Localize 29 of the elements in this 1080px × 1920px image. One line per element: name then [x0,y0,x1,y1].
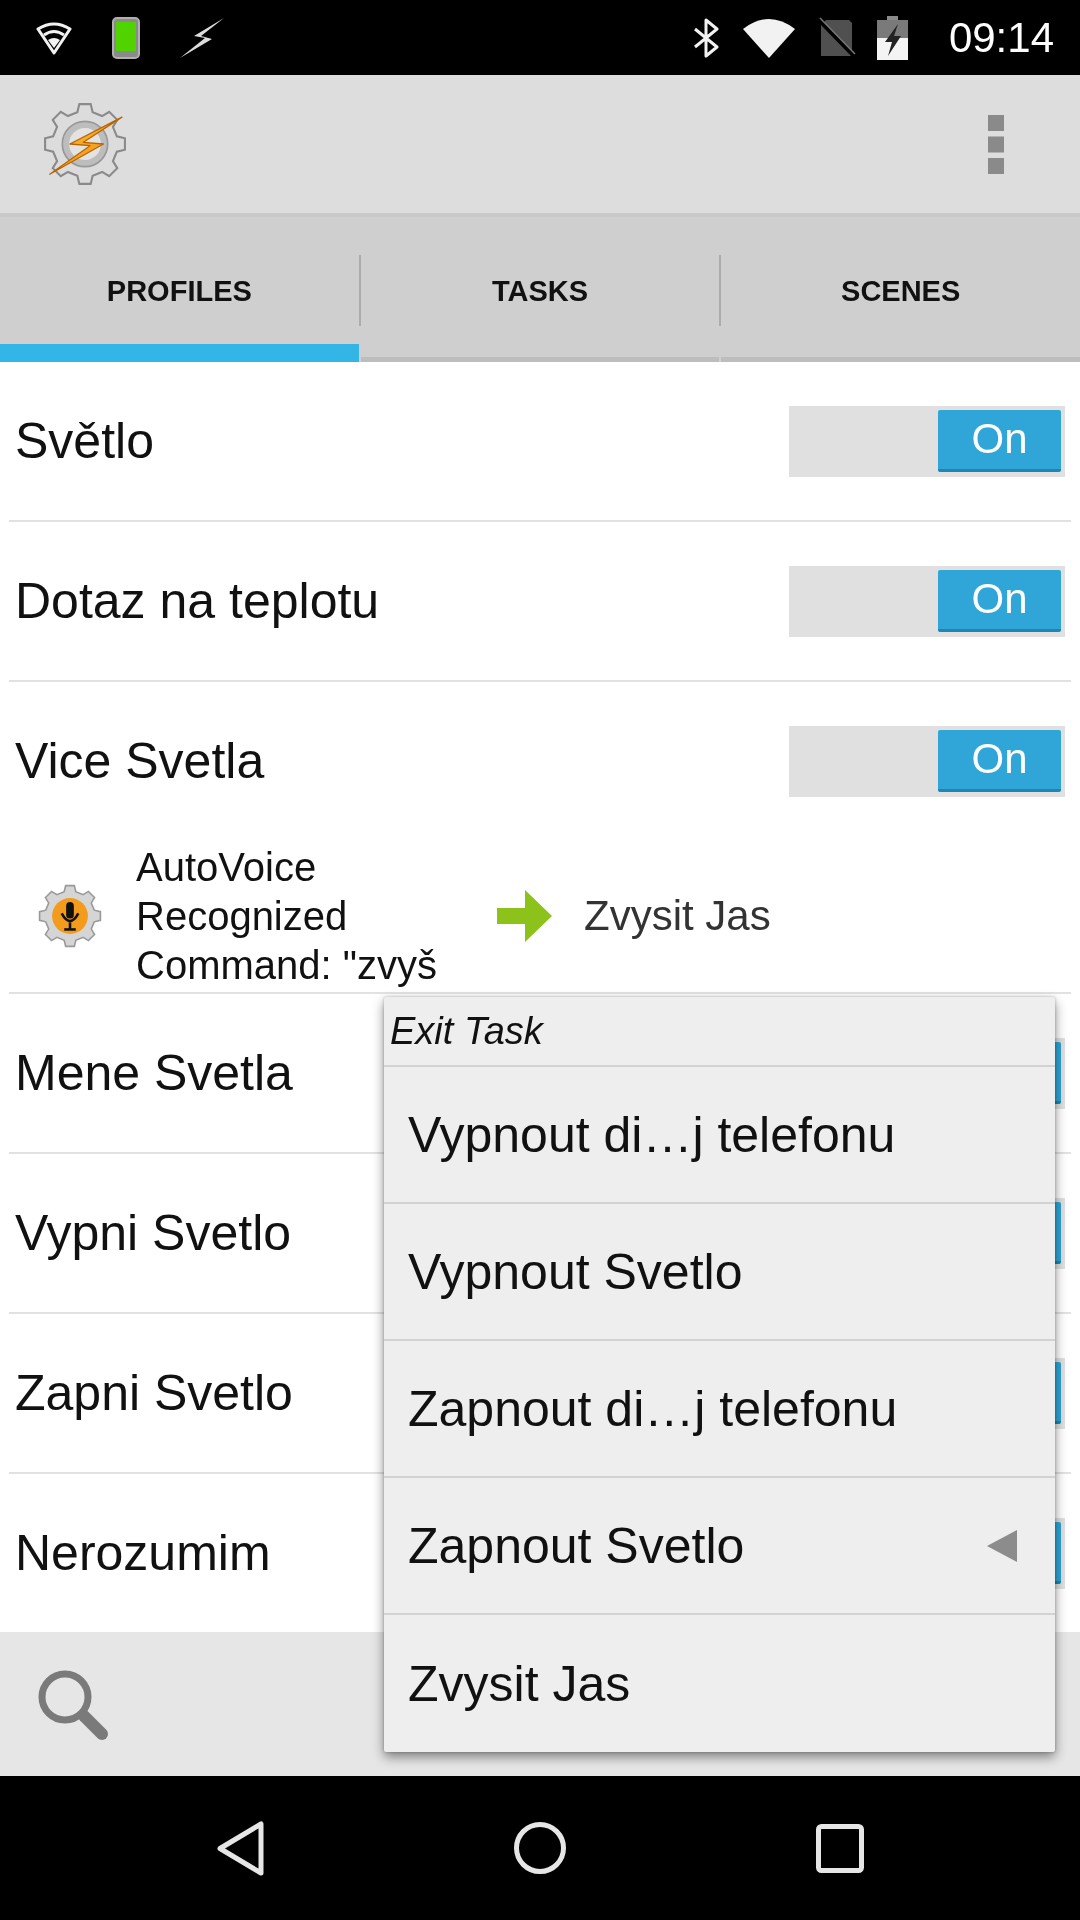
shield-wifi-icon [36,20,72,55]
menu-item[interactable]: Vypnout Svetlo [384,1204,1055,1341]
status-time: 09:14 [948,16,1054,59]
gear-lightning-icon[interactable] [43,102,127,186]
gear-microphone-icon [38,884,102,948]
task-name: Zvysit Jas [584,892,771,940]
profile-name: Vice Svetla [15,732,265,790]
popup-title: Exit Task [384,997,1055,1067]
menu-item[interactable]: Zapnout Svetlo [384,1478,1055,1615]
profile-name: Zapni Svetlo [15,1364,293,1422]
context-text: AutoVoice Recognized Command: "zvyš [136,843,438,989]
recents-icon[interactable] [816,1823,864,1873]
phone-icon [112,16,140,59]
arrow-right-icon [497,890,552,942]
menu-item[interactable]: Vypnout di…j telefonu [384,1067,1055,1204]
profile-name: Nerozumim [15,1524,271,1582]
battery-charging-icon [876,15,908,60]
profile-name: Světlo [15,412,154,470]
menu-item[interactable]: Zvysit Jas [384,1615,1055,1752]
lightning-icon [180,17,224,58]
triangle-marker-icon [987,1529,1017,1562]
profile-name: Vypni Svetlo [15,1204,292,1262]
menu-item[interactable]: Zapnout di…j telefonu [384,1341,1055,1478]
more-menu-icon[interactable] [988,114,1004,174]
back-icon[interactable] [216,1820,264,1876]
wifi-icon [742,17,795,58]
profile-name: Dotaz na teplotu [15,572,380,630]
home-icon[interactable] [514,1822,566,1874]
profile-name: Mene Svetla [15,1044,293,1102]
